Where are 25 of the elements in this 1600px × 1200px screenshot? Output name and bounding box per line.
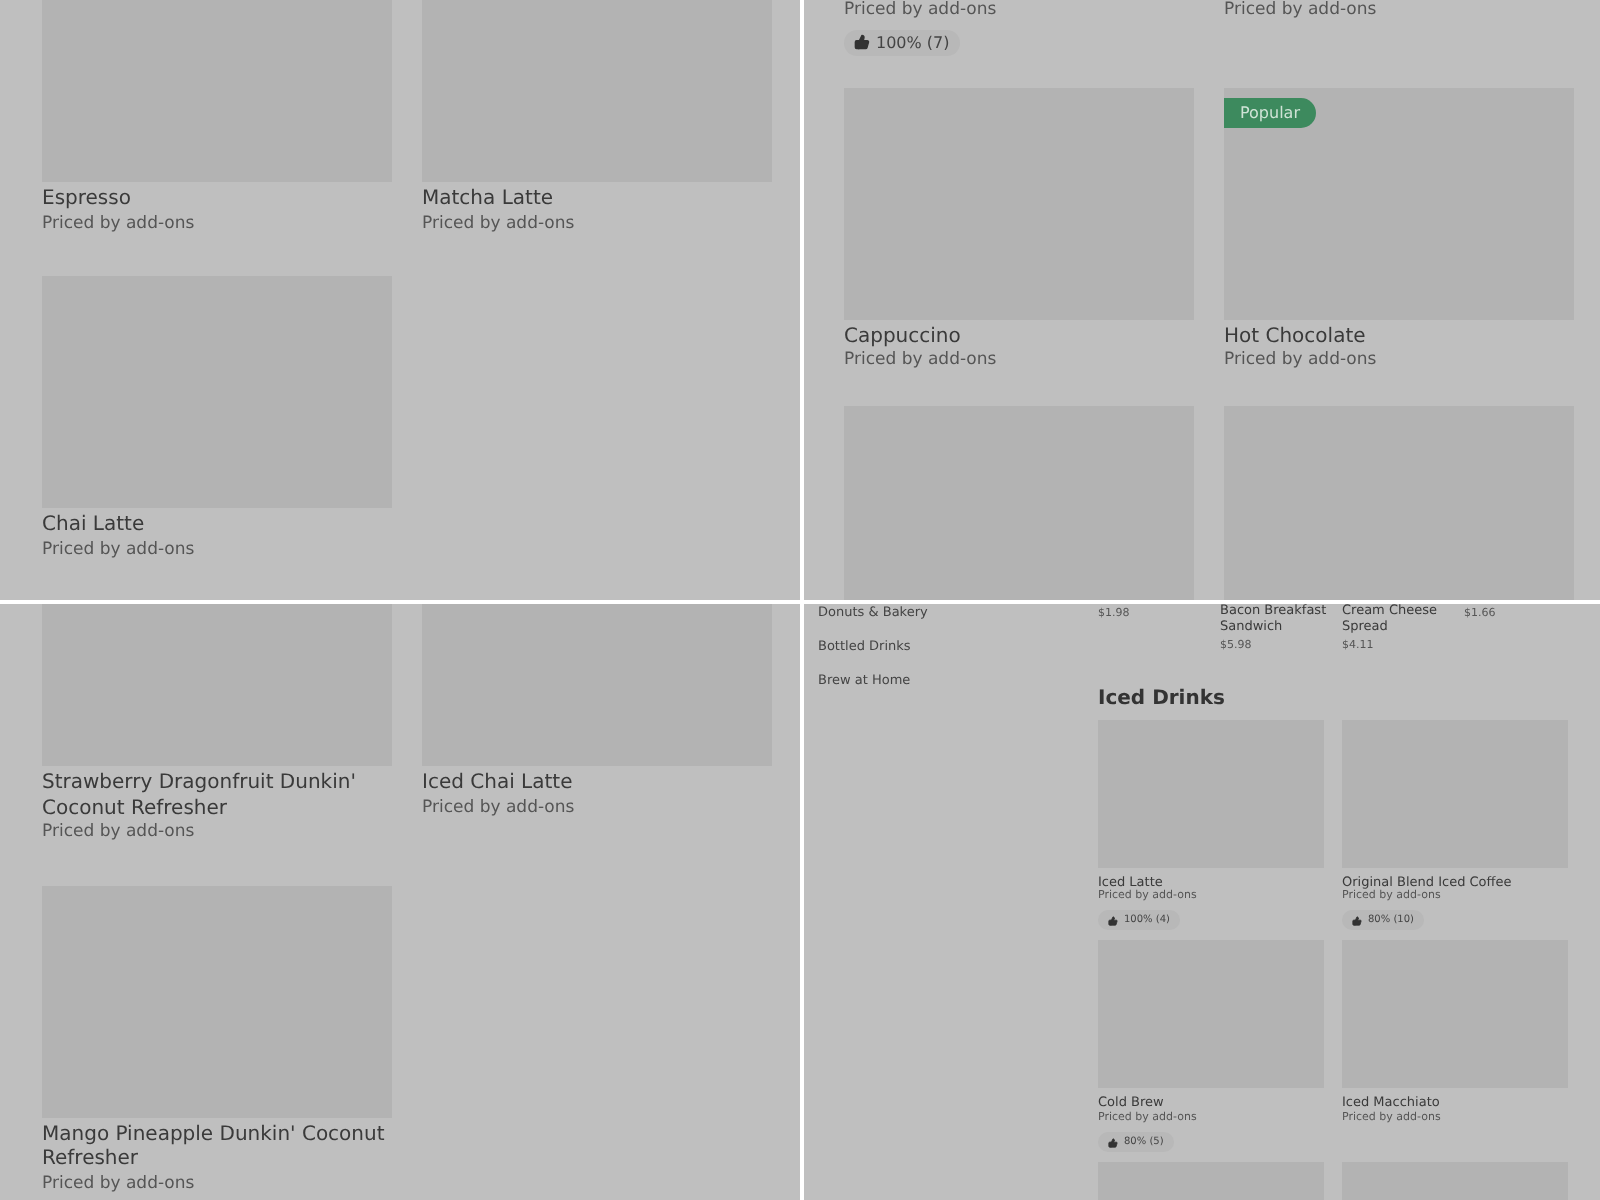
item-price: Priced by add-ons — [1224, 350, 1379, 375]
item-price: Priced by add-ons — [844, 350, 999, 375]
item-name[interactable]: Hot Chocolate — [1224, 325, 1574, 351]
item-name[interactable]: Cappuccino — [844, 325, 1194, 351]
item-price: Priced by add-ons — [422, 797, 577, 821]
section-heading: Iced Drinks — [1098, 687, 1227, 710]
item-name[interactable]: Mango Pineapple Dunkin' Coconut Refresher — [42, 1123, 392, 1174]
item-price: Priced by add-ons — [42, 1173, 197, 1198]
item-name[interactable]: Espresso — [42, 188, 392, 213]
item-name[interactable]: Chai Latte — [42, 514, 392, 540]
thumbs-up-icon — [1108, 1137, 1118, 1148]
item-price: Priced by add-ons — [422, 213, 577, 237]
thumbs-up-icon — [854, 34, 870, 51]
item-name[interactable]: Iced Chai Latte — [422, 772, 772, 797]
item-price: Priced by add-ons — [844, 0, 999, 24]
thumbs-up-icon — [1108, 915, 1118, 926]
rating-text: 100% (7) — [876, 33, 950, 52]
popular-badge: Popular — [1224, 97, 1316, 128]
item-price: Priced by add-ons — [1224, 0, 1379, 24]
item-name[interactable]: Matcha Latte — [422, 188, 772, 213]
item-price: Priced by add-ons — [42, 213, 197, 237]
item-price: Priced by add-ons — [42, 539, 197, 564]
item-price: Priced by add-ons — [42, 822, 197, 846]
thumbs-up-icon — [1352, 915, 1362, 926]
item-name[interactable]: Strawberry Dragonfruit Dunkin' Coconut Refresher — [42, 772, 392, 822]
